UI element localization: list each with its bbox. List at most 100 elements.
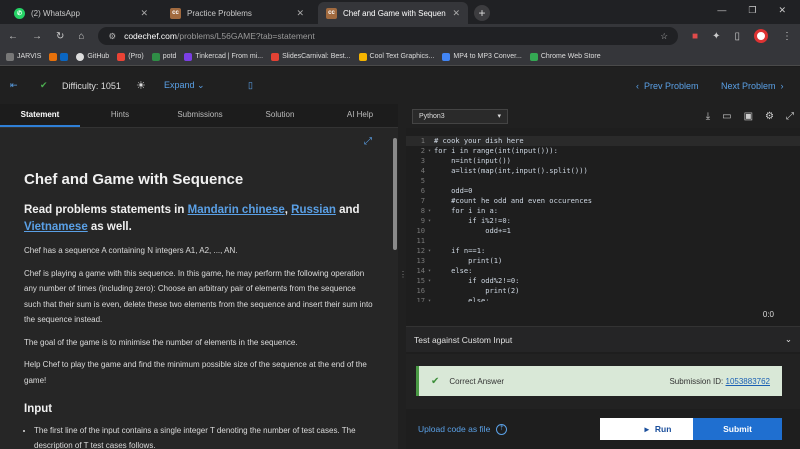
tab-title: (2) WhatsApp <box>31 8 80 18</box>
bookmark-icon[interactable]: ▯ <box>248 80 253 91</box>
bookmark-potd[interactable]: potd <box>151 52 176 61</box>
chat-icon[interactable]: ▭ <box>722 111 731 122</box>
browser-tab-whatsapp[interactable]: ✆ (2) WhatsApp ✕ <box>6 2 156 24</box>
tab-hints[interactable]: Hints <box>80 104 160 127</box>
code-line: 6 odd=0 <box>406 186 800 196</box>
tab-submissions[interactable]: Submissions <box>160 104 240 127</box>
bookmark-jarvis[interactable]: JARVIS <box>6 52 41 61</box>
line-number: 13 <box>416 256 425 265</box>
editor-toolbar: Python3 ▾ ⤓ ▭ ▣ ⚙ ⤢ <box>406 104 800 128</box>
code-text: else: <box>434 296 490 302</box>
site-info-icon[interactable]: ⚙ <box>108 31 116 42</box>
tab-statement[interactable]: Statement <box>0 104 80 127</box>
url-field[interactable]: ⚙ codechef.com/problems/L56GAME?tab=stat… <box>98 27 679 45</box>
reload-icon[interactable]: ↻ <box>56 31 64 42</box>
code-text: n=int(input()) <box>434 156 511 165</box>
line-number: 12 <box>416 246 425 255</box>
line-number: 5 <box>420 176 425 185</box>
code-panel: Python3 ▾ ⤓ ▭ ▣ ⚙ ⤢ 1 # cook your dish her… <box>406 104 800 449</box>
next-problem-button[interactable]: Next Problem › <box>721 81 784 91</box>
tab-title: Practice Problems <box>187 8 252 18</box>
close-tab-icon[interactable]: ✕ <box>452 8 460 19</box>
submission-id-link[interactable]: 1053883762 <box>726 377 771 386</box>
tab-solution[interactable]: Solution <box>240 104 320 127</box>
line-number: 16 <box>416 286 425 295</box>
extensions-puzzle-icon[interactable]: ✦ <box>712 31 720 42</box>
editor-status: 0:0 <box>406 304 800 324</box>
browser-tab-practice[interactable]: cc Practice Problems ✕ <box>162 2 312 24</box>
bookmark-mp4-mp3[interactable]: MP4 to MP3 Conver... <box>442 52 522 61</box>
codechef-icon: cc <box>326 7 337 19</box>
whatsapp-icon: ✆ <box>14 7 25 19</box>
code-line: 1 # cook your dish here <box>406 136 800 146</box>
fullscreen-editor-icon[interactable]: ⤢ <box>786 111 794 122</box>
minimize-icon[interactable]: — <box>717 5 726 16</box>
back-icon[interactable]: ← <box>8 31 18 42</box>
line-number: 17 <box>416 296 425 302</box>
collapse-left-icon[interactable]: ⇤ <box>10 80 18 91</box>
forward-icon[interactable]: → <box>32 31 42 42</box>
new-tab-button[interactable]: + <box>474 5 490 21</box>
code-text: if odd%2!=0: <box>434 276 520 285</box>
bookmark-chrome-web-store[interactable]: Chrome Web Store <box>529 52 601 61</box>
browser-tab-problem[interactable]: cc Chef and Game with Sequence ✕ <box>318 2 468 24</box>
code-line: 3 n=int(input()) <box>406 156 800 166</box>
translations-end: as well. <box>87 221 132 233</box>
bookmark-tinkercad[interactable]: Tinkercad | From mi... <box>184 52 263 61</box>
settings-icon[interactable]: ⚙ <box>765 111 774 122</box>
close-tab-icon[interactable]: ✕ <box>140 8 148 19</box>
check-icon: ✔ <box>431 375 440 387</box>
fold-icon <box>428 176 434 186</box>
custom-input-toggle[interactable]: Test against Custom Input ⌄ <box>406 326 800 352</box>
link-mandarin[interactable]: Mandarin chinese <box>188 204 285 216</box>
window-controls: — ❐ ✕ <box>703 0 800 21</box>
action-bar: Upload code as file ⤒ ▸ Run Submit <box>406 409 800 449</box>
translations-sep: and <box>335 204 360 216</box>
theme-sun-icon[interactable]: ☀ <box>136 79 146 92</box>
expand-dropdown[interactable]: Expand ⌄ <box>164 80 205 91</box>
panel-resize-handle[interactable]: ⋮ <box>398 104 407 449</box>
fullscreen-icon[interactable]: ⤢ <box>364 136 372 147</box>
restore-icon[interactable]: ❐ <box>748 5 756 16</box>
menu-icon[interactable]: ⋮ <box>782 31 792 42</box>
problem-toolbar: ⇤ ✔ Difficulty: 1051 ☀ Expand ⌄ ▯ ‹ Prev… <box>0 67 800 104</box>
language-select[interactable]: Python3 ▾ <box>412 108 508 124</box>
statement-scrollbar[interactable] <box>393 138 397 250</box>
home-icon[interactable]: ⌂ <box>78 31 84 42</box>
submit-button[interactable]: Submit <box>693 418 782 440</box>
code-line: 17 ▾ else: <box>406 296 800 302</box>
bookmark-icons-group[interactable] <box>49 52 69 61</box>
bookmark-star-icon[interactable]: ☆ <box>660 31 668 42</box>
code-line: 7 #count he odd and even occurences <box>406 196 800 206</box>
sidebar-icon[interactable]: ▯ <box>734 31 740 42</box>
download-icon[interactable]: ⤓ <box>706 111 710 122</box>
bookmark-cooltext[interactable]: Cool Text Graphics... <box>358 52 434 61</box>
link-russian[interactable]: Russian <box>291 204 336 216</box>
tab-ai-help[interactable]: AI Help <box>320 104 400 127</box>
bookmark-pro[interactable]: (Pro) <box>117 52 144 61</box>
close-window-icon[interactable]: ✕ <box>778 5 786 16</box>
editor-actions: ⤓ ▭ ▣ ⚙ ⤢ <box>706 111 794 122</box>
line-number: 6 <box>420 186 425 195</box>
play-icon: ▸ <box>644 423 649 434</box>
chevron-left-icon: ‹ <box>636 80 639 91</box>
code-line: 16 print(2) <box>406 286 800 296</box>
prev-problem-button[interactable]: ‹ Prev Problem <box>636 81 699 91</box>
problem-tabs: Statement Hints Submissions Solution AI … <box>0 104 400 128</box>
link-vietnamese[interactable]: Vietnamese <box>24 221 88 233</box>
code-editor[interactable]: 1 # cook your dish here 2 ▾ for i in range(i… <box>406 136 800 302</box>
bookmark-slidescarnival[interactable]: SlidesCarnival: Best... <box>271 52 351 61</box>
code-text: # cook your dish here <box>434 136 524 145</box>
statement-para-3: The goal of the game is to minimise the … <box>24 337 298 347</box>
code-text: if i%2!=0: <box>434 216 511 225</box>
upload-file-button[interactable]: Upload code as file ⤒ <box>418 423 508 435</box>
line-number: 7 <box>420 196 425 205</box>
translations-intro: Read problems statements in <box>24 204 188 216</box>
close-tab-icon[interactable]: ✕ <box>296 8 304 19</box>
extension-icon[interactable]: ■ <box>692 31 698 42</box>
profile-avatar[interactable] <box>754 29 768 43</box>
save-icon[interactable]: ▣ <box>744 111 753 122</box>
result-banner: ✔ Correct Answer Submission ID: 10538837… <box>416 366 782 396</box>
bookmark-github[interactable]: GitHub <box>76 52 109 61</box>
code-line: 9 ▾ if i%2!=0: <box>406 216 800 226</box>
